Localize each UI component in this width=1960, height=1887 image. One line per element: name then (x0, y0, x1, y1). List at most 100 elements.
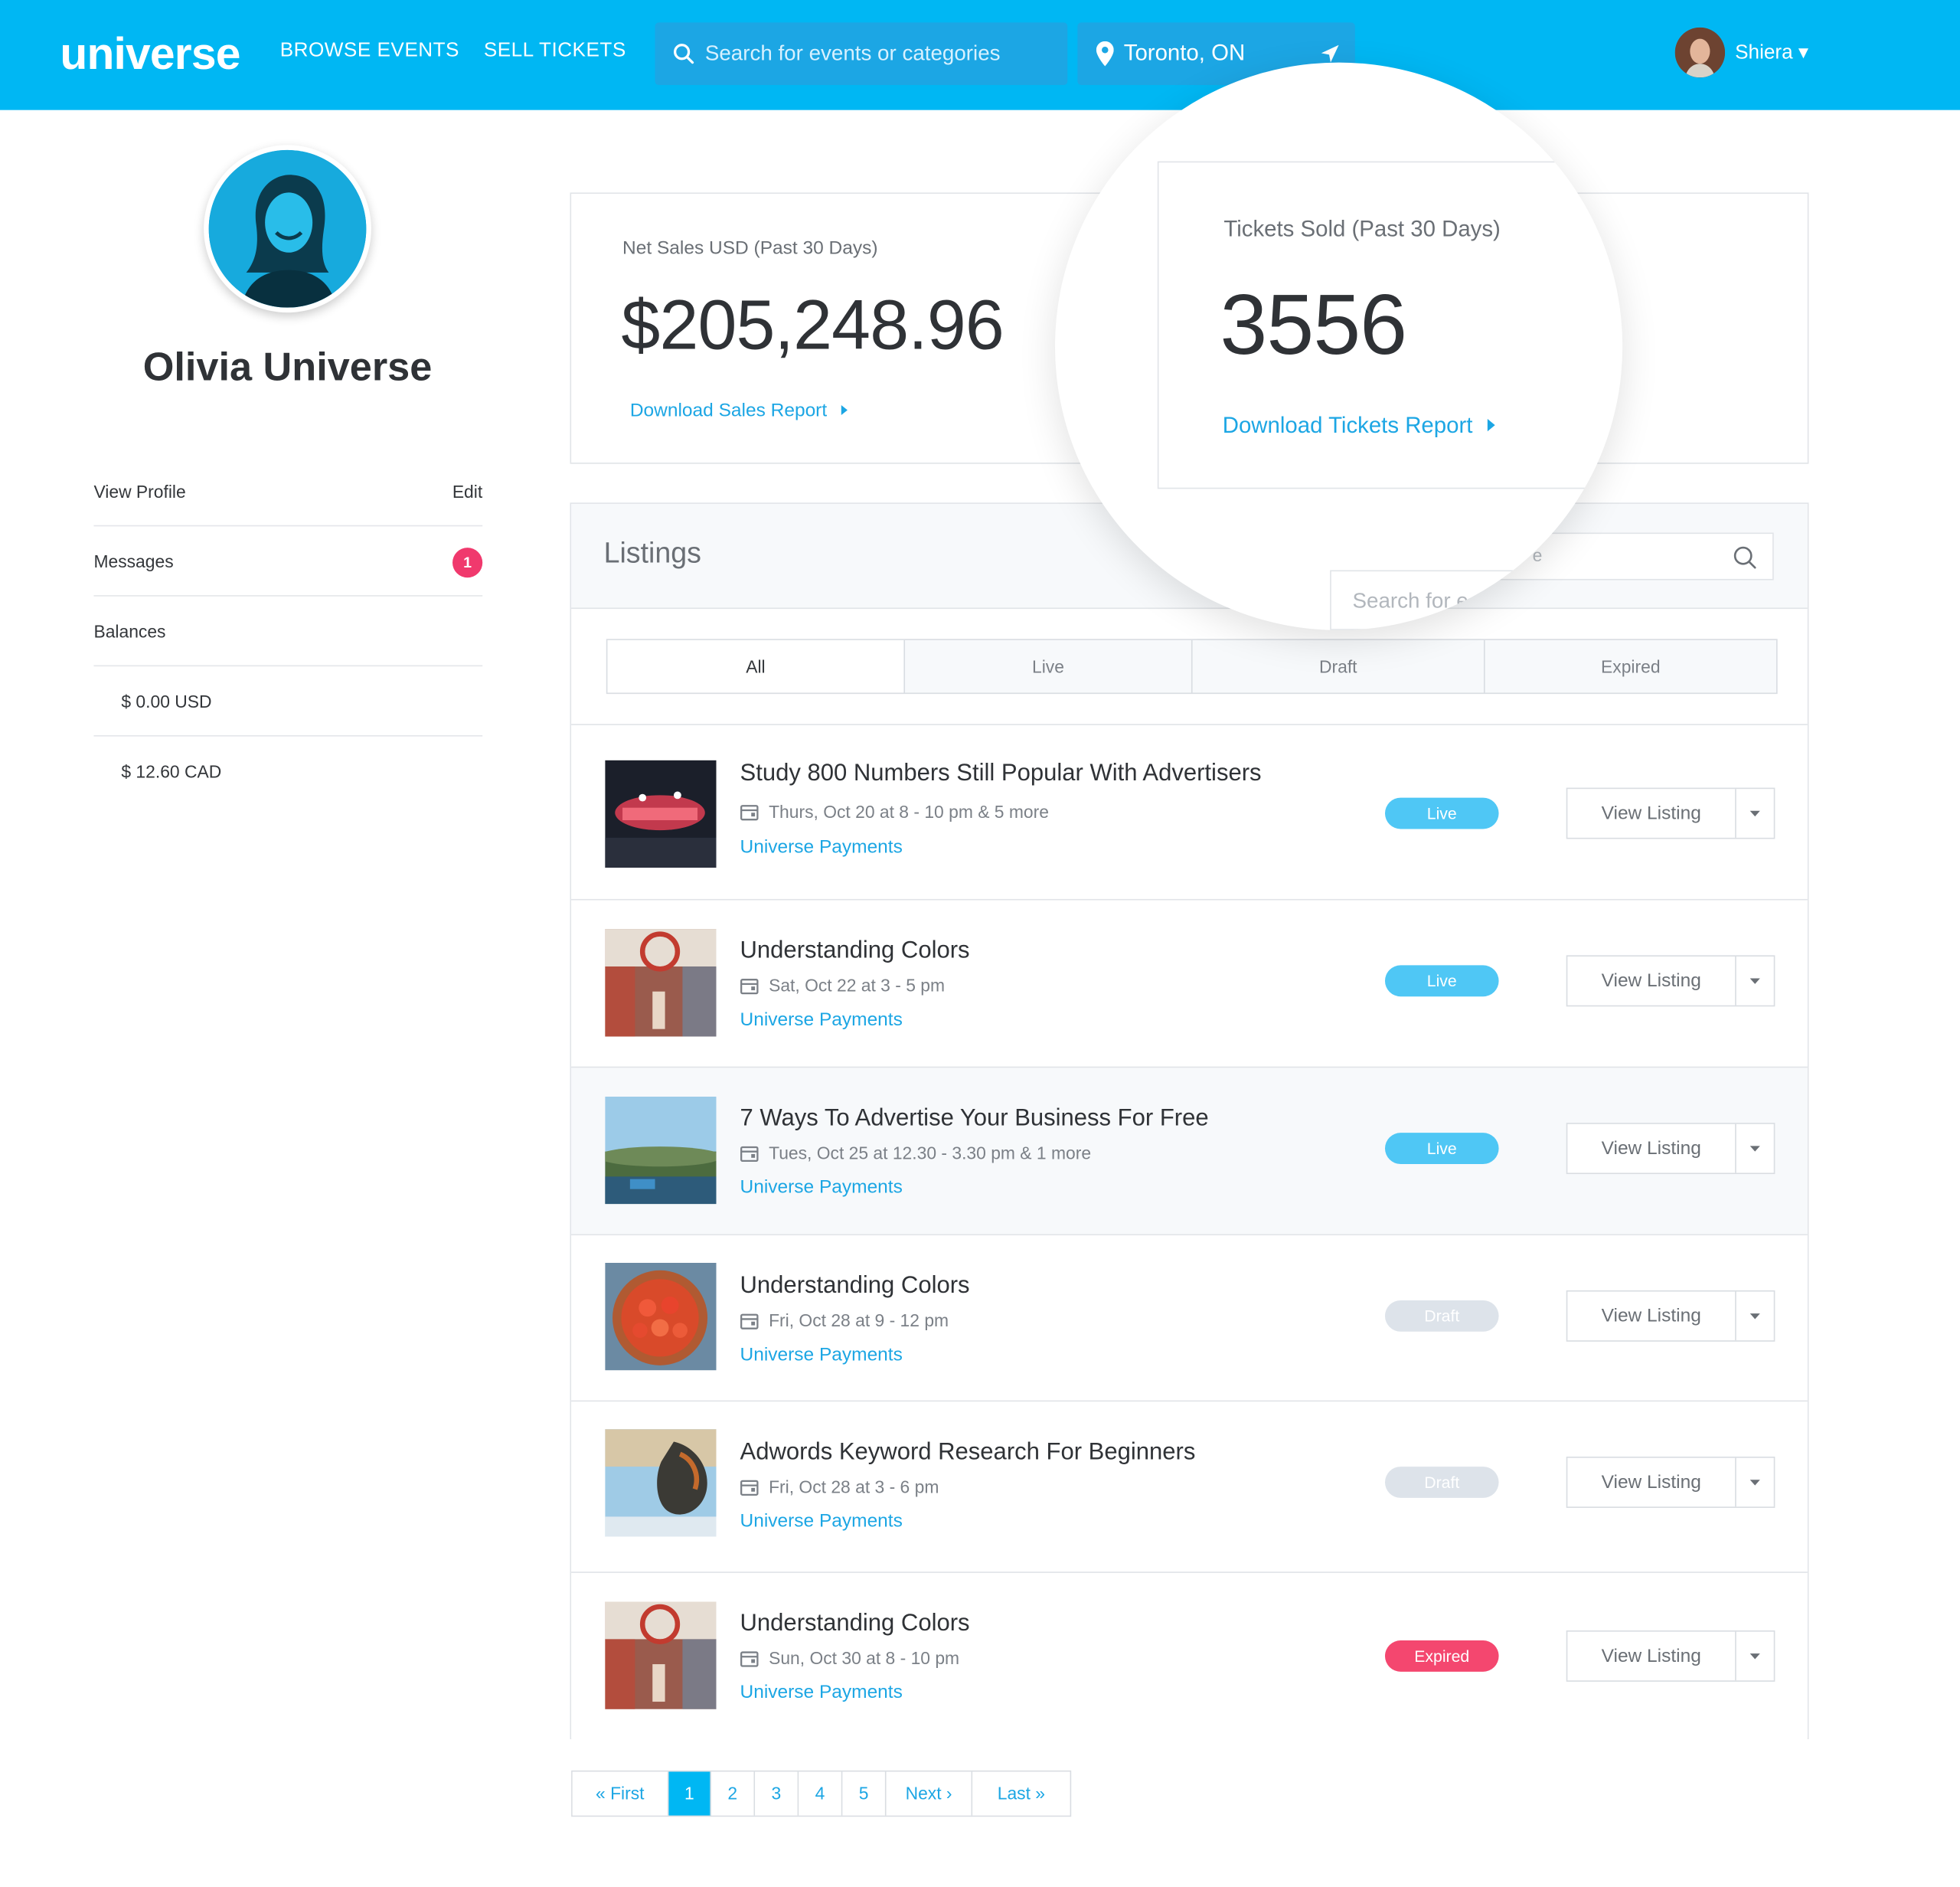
calendar-icon (740, 979, 759, 995)
page-next[interactable]: Next › (886, 1771, 973, 1816)
listing-date: Fri, Oct 28 at 3 - 6 pm (769, 1477, 939, 1497)
listings-panel: Listings e All Live Draft Expired Study … (570, 502, 1809, 1741)
caret-down-icon (1749, 978, 1760, 984)
view-listing-button-group: View Listing (1566, 955, 1775, 1007)
event-thumbnail (605, 1262, 717, 1371)
event-search-input[interactable]: Search for events or categories (655, 22, 1068, 86)
listing-actions-dropdown[interactable] (1735, 1292, 1774, 1341)
listing-organizer-link[interactable]: Universe Payments (740, 836, 903, 858)
calendar-icon (740, 1313, 759, 1329)
net-sales-label: Net Sales USD (Past 30 Days) (622, 237, 878, 259)
listing-title[interactable]: Understanding Colors (740, 1273, 970, 1300)
nav-browse-events[interactable]: BROWSE EVENTS (280, 40, 459, 62)
status-badge: Draft (1384, 1300, 1499, 1332)
listing-title[interactable]: Understanding Colors (740, 1611, 970, 1638)
caret-down-icon (1749, 810, 1760, 817)
balance-cad: $ 12.60 CAD (121, 761, 222, 782)
user-menu-toggle[interactable]: Shiera ▾ (1735, 40, 1808, 65)
listing-organizer-link[interactable]: Universe Payments (740, 1176, 903, 1198)
messages-row[interactable]: Messages 1 (93, 526, 483, 597)
listing-title[interactable]: Study 800 Numbers Still Popular With Adv… (740, 760, 1262, 788)
calendar-icon (740, 805, 759, 821)
listing-actions-dropdown[interactable] (1735, 789, 1774, 838)
caret-down-icon (1749, 1480, 1760, 1486)
listing-actions-dropdown[interactable] (1735, 1124, 1774, 1173)
tab-live[interactable]: Live (905, 639, 1193, 693)
caret-right-icon (841, 404, 848, 416)
listing-organizer-link[interactable]: Universe Payments (740, 1009, 903, 1031)
universe-logo[interactable]: universe (60, 28, 240, 80)
listing-row[interactable]: Understanding Colors Fri, Oct 28 at 9 - … (571, 1234, 1808, 1401)
balance-usd: $ 0.00 USD (121, 691, 212, 711)
event-thumbnail (605, 760, 717, 868)
page-first[interactable]: « First (572, 1771, 669, 1816)
caret-right-icon (1488, 418, 1495, 432)
listing-row[interactable]: Understanding Colors Sat, Oct 22 at 3 - … (571, 898, 1808, 1067)
listing-actions-dropdown[interactable] (1735, 1458, 1774, 1507)
tickets-sold-card: Tickets Sold (Past 30 Days) 3556 Downloa… (1157, 161, 1623, 489)
event-thumbnail (605, 929, 717, 1037)
view-listing-button[interactable]: View Listing (1567, 1123, 1736, 1173)
listing-row[interactable]: Adwords Keyword Research For Beginners F… (571, 1400, 1808, 1572)
page-last[interactable]: Last » (972, 1771, 1070, 1816)
status-badge: Expired (1384, 1640, 1499, 1672)
view-profile-link[interactable]: View Profile (93, 482, 185, 502)
user-avatar[interactable] (1674, 27, 1726, 78)
tab-all[interactable]: All (607, 639, 906, 693)
view-listing-button-group: View Listing (1566, 1457, 1775, 1508)
view-listing-button[interactable]: View Listing (1567, 789, 1736, 838)
magnified-search-input[interactable]: Search for e (1330, 570, 1623, 630)
listing-organizer-link[interactable]: Universe Payments (740, 1344, 903, 1365)
tickets-sold-value: 3556 (1220, 277, 1407, 373)
calendar-icon (740, 1480, 759, 1496)
locate-arrow-icon[interactable] (1320, 44, 1340, 64)
caret-down-icon (1749, 1146, 1760, 1152)
listing-title[interactable]: Adwords Keyword Research For Beginners (740, 1439, 1196, 1467)
magnifier-callout: Tickets Sold (Past 30 Days) 3556 Downloa… (1054, 62, 1623, 630)
balances-row[interactable]: Balances (93, 597, 483, 667)
view-listing-button[interactable]: View Listing (1567, 956, 1736, 1006)
listing-filter-tabs: All Live Draft Expired (606, 639, 1778, 695)
balance-cad-row: $ 12.60 CAD (93, 737, 482, 806)
download-tickets-report-label: Download Tickets Report (1222, 412, 1473, 438)
calendar-icon (740, 1146, 759, 1163)
edit-profile-link[interactable]: Edit (452, 482, 482, 502)
status-badge: Draft (1384, 1467, 1499, 1498)
view-listing-button[interactable]: View Listing (1567, 1291, 1736, 1341)
search-icon[interactable] (1733, 545, 1758, 571)
listing-date: Thurs, Oct 20 at 8 - 10 pm & 5 more (769, 801, 1049, 822)
messages-count-badge: 1 (452, 548, 483, 578)
download-sales-report-label: Download Sales Report (629, 400, 828, 422)
listing-actions-dropdown[interactable] (1735, 957, 1774, 1006)
page-1[interactable]: 1 (668, 1771, 711, 1816)
status-badge: Live (1384, 797, 1499, 829)
listing-title[interactable]: Understanding Colors (740, 937, 970, 965)
listing-row[interactable]: Study 800 Numbers Still Popular With Adv… (571, 724, 1808, 899)
page-2[interactable]: 2 (710, 1771, 756, 1816)
page-5[interactable]: 5 (842, 1771, 887, 1816)
listing-title[interactable]: 7 Ways To Advertise Your Business For Fr… (740, 1105, 1209, 1133)
view-listing-button[interactable]: View Listing (1567, 1631, 1736, 1681)
caret-down-icon (1749, 1313, 1760, 1320)
magnified-search-placeholder: Search for e (1352, 588, 1468, 613)
search-icon (674, 44, 694, 64)
profile-avatar (204, 145, 371, 313)
tab-expired[interactable]: Expired (1485, 640, 1776, 693)
listing-row[interactable]: 7 Ways To Advertise Your Business For Fr… (571, 1066, 1808, 1235)
listing-organizer-link[interactable]: Universe Payments (740, 1682, 903, 1703)
listing-date: Tues, Oct 25 at 12.30 - 3.30 pm & 1 more (769, 1143, 1092, 1163)
page-4[interactable]: 4 (799, 1771, 843, 1816)
listing-actions-dropdown[interactable] (1735, 1632, 1774, 1681)
tab-draft[interactable]: Draft (1193, 639, 1485, 693)
net-sales-value: $205,248.96 (621, 285, 1004, 365)
nav-sell-tickets[interactable]: SELL TICKETS (484, 40, 626, 62)
top-navigation-bar: universe BROWSE EVENTS SELL TICKETS Sear… (0, 0, 1960, 110)
listing-organizer-link[interactable]: Universe Payments (740, 1510, 903, 1532)
page-3[interactable]: 3 (755, 1771, 799, 1816)
event-thumbnail (605, 1601, 717, 1709)
view-listing-button[interactable]: View Listing (1567, 1457, 1736, 1507)
listing-row[interactable]: Understanding Colors Sun, Oct 30 at 8 - … (571, 1571, 1808, 1741)
download-sales-report-link[interactable]: Download Sales Report (630, 400, 850, 421)
download-tickets-report-link[interactable]: Download Tickets Report (1223, 413, 1498, 439)
map-pin-icon (1096, 41, 1114, 67)
